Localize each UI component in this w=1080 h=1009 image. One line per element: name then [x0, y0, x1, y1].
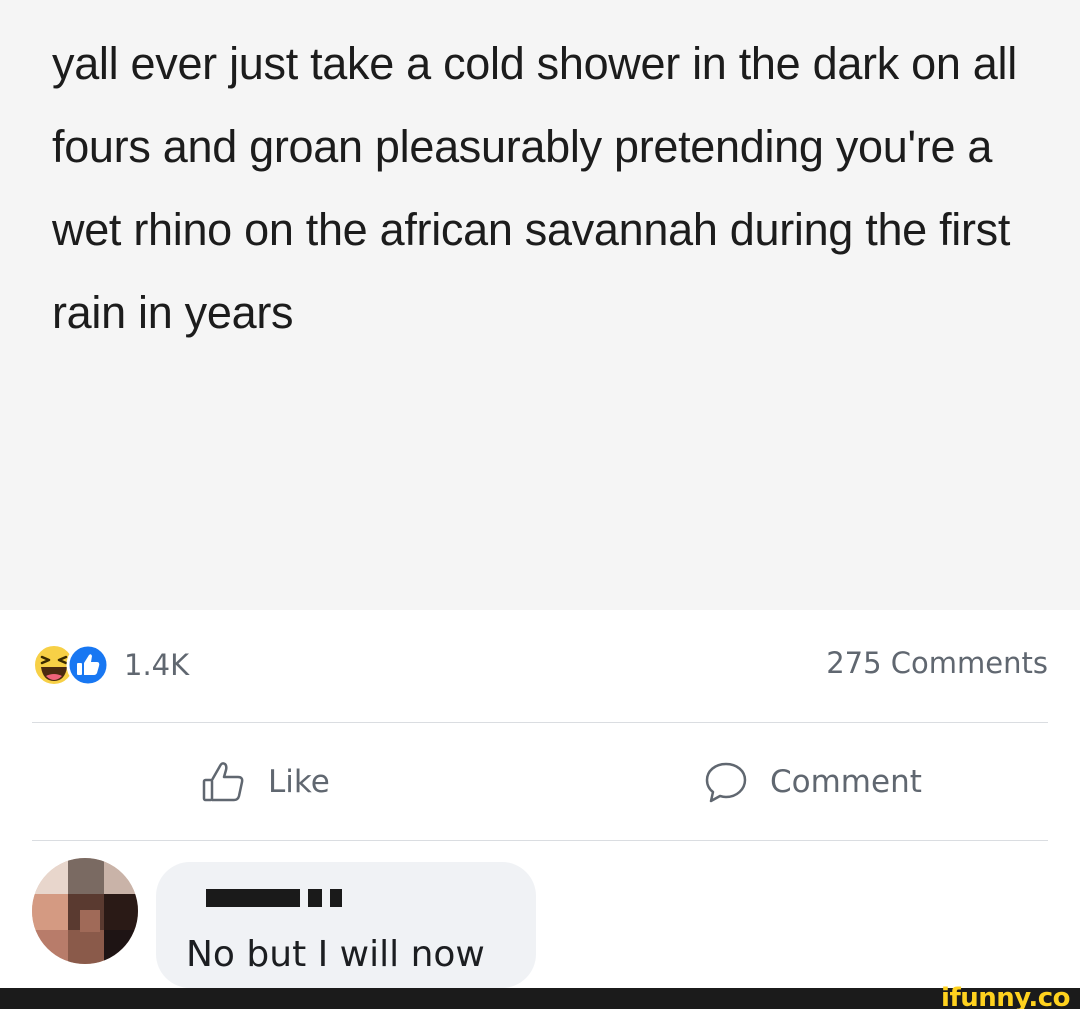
reaction-count: 1.4K	[124, 648, 190, 682]
redacted-author-name[interactable]	[206, 886, 350, 910]
watermark-bar	[0, 988, 1080, 1009]
divider	[32, 722, 1048, 723]
ifunny-watermark: ifunny.co	[941, 983, 1070, 1009]
screenshot-page: yall ever just take a cold shower in the…	[0, 0, 1080, 1009]
like-button[interactable]: Like	[200, 752, 330, 812]
comment-button[interactable]: Comment	[702, 752, 922, 812]
comment-text: No but I will now	[186, 934, 485, 975]
like-button-label: Like	[268, 764, 330, 800]
avatar[interactable]	[32, 858, 138, 964]
comment-bubble: No but I will now	[156, 862, 536, 988]
divider	[32, 840, 1048, 841]
comments-count-link[interactable]: 275 Comments	[826, 646, 1048, 680]
post-text: yall ever just take a cold shower in the…	[52, 38, 1017, 338]
speech-bubble-icon	[705, 762, 747, 803]
reactions-summary[interactable]: 1.4K	[32, 640, 189, 690]
pixelated-avatar-image	[32, 858, 138, 964]
comment-button-label: Comment	[770, 764, 922, 800]
like-reaction-icon	[66, 643, 110, 687]
thumbs-up-icon	[202, 762, 244, 802]
